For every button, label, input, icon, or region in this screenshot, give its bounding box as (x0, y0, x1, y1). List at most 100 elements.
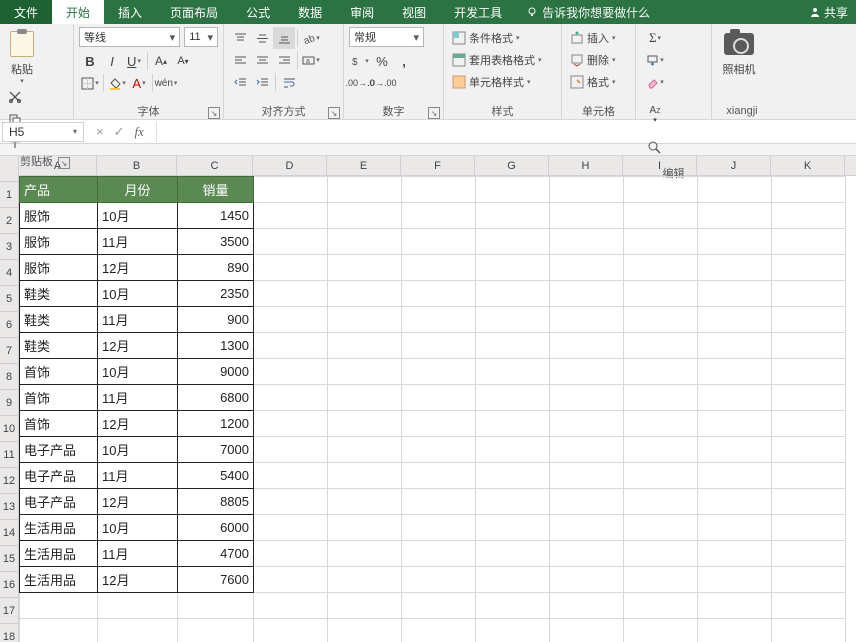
decrease-indent-button[interactable] (229, 71, 251, 93)
cell[interactable] (476, 463, 550, 489)
cell[interactable] (254, 281, 328, 307)
cell-month[interactable]: 11月 (98, 463, 178, 489)
cell-product[interactable]: 电子产品 (20, 437, 98, 463)
fx-icon[interactable]: fx (135, 124, 144, 140)
tab-home[interactable]: 开始 (52, 0, 104, 24)
tab-data[interactable]: 数据 (284, 0, 336, 24)
cell[interactable] (476, 177, 550, 203)
cell[interactable] (698, 515, 772, 541)
cell[interactable] (550, 333, 624, 359)
cell[interactable] (772, 541, 846, 567)
column-header-C[interactable]: C (177, 156, 253, 176)
cell[interactable] (624, 359, 698, 385)
cell[interactable] (624, 567, 698, 593)
cell[interactable] (476, 359, 550, 385)
tab-developer[interactable]: 开发工具 (440, 0, 516, 24)
tab-review[interactable]: 审阅 (336, 0, 388, 24)
cell[interactable] (550, 619, 624, 642)
cell[interactable] (476, 437, 550, 463)
cell[interactable] (328, 385, 402, 411)
cell[interactable] (772, 229, 846, 255)
header-sales[interactable]: 销量 (178, 177, 254, 203)
cell[interactable] (698, 567, 772, 593)
cell[interactable] (476, 515, 550, 541)
cell[interactable] (698, 619, 772, 642)
cell[interactable] (550, 541, 624, 567)
cell[interactable] (476, 411, 550, 437)
cell[interactable] (550, 463, 624, 489)
row-header-9[interactable]: 9 (0, 390, 18, 416)
cell[interactable] (772, 437, 846, 463)
cell[interactable] (328, 333, 402, 359)
cell[interactable] (698, 177, 772, 203)
cell-product[interactable]: 首饰 (20, 359, 98, 385)
cell[interactable] (20, 593, 98, 619)
cell[interactable] (254, 229, 328, 255)
cell-sales[interactable]: 900 (178, 307, 254, 333)
cell[interactable] (476, 281, 550, 307)
cell[interactable] (254, 567, 328, 593)
column-header-J[interactable]: J (697, 156, 771, 176)
cell[interactable] (254, 203, 328, 229)
decrease-decimal-button[interactable]: .0→.00 (371, 72, 393, 94)
cell[interactable] (550, 515, 624, 541)
row-header-7[interactable]: 7 (0, 338, 18, 364)
font-dialog-launcher[interactable]: ↘ (208, 107, 220, 119)
cell[interactable] (772, 203, 846, 229)
header-month[interactable]: 月份 (98, 177, 178, 203)
cell[interactable] (402, 203, 476, 229)
fill-button[interactable] (641, 49, 669, 71)
row-header-6[interactable]: 6 (0, 312, 18, 338)
cell-month[interactable]: 11月 (98, 229, 178, 255)
cell[interactable] (402, 255, 476, 281)
cell[interactable] (402, 619, 476, 642)
row-header-5[interactable]: 5 (0, 286, 18, 312)
borders-button[interactable] (79, 72, 101, 94)
cell-product[interactable]: 服饰 (20, 203, 98, 229)
cell-sales[interactable]: 1200 (178, 411, 254, 437)
cell[interactable] (550, 177, 624, 203)
tab-file[interactable]: 文件 (0, 0, 52, 24)
cell[interactable] (698, 437, 772, 463)
cell[interactable] (550, 489, 624, 515)
cell-month[interactable]: 10月 (98, 281, 178, 307)
cell-product[interactable]: 鞋类 (20, 281, 98, 307)
cell[interactable] (178, 593, 254, 619)
cell-sales[interactable]: 5400 (178, 463, 254, 489)
cell[interactable] (550, 307, 624, 333)
cell[interactable] (402, 567, 476, 593)
cell[interactable] (476, 307, 550, 333)
tab-formula[interactable]: 公式 (232, 0, 284, 24)
cell[interactable] (772, 385, 846, 411)
cell[interactable] (772, 177, 846, 203)
alignment-dialog-launcher[interactable]: ↘ (328, 107, 340, 119)
cell[interactable] (254, 489, 328, 515)
cell[interactable] (402, 463, 476, 489)
cell-product[interactable]: 首饰 (20, 411, 98, 437)
cell-month[interactable]: 12月 (98, 333, 178, 359)
cell[interactable] (624, 203, 698, 229)
cell-sales[interactable]: 6000 (178, 515, 254, 541)
align-right-button[interactable] (273, 49, 295, 71)
cell[interactable] (772, 489, 846, 515)
cell[interactable] (402, 411, 476, 437)
cell[interactable] (328, 619, 402, 642)
cell[interactable] (98, 619, 178, 642)
cells-area[interactable]: 产品月份销量服饰10月1450服饰11月3500服饰12月890鞋类10月235… (19, 176, 856, 642)
row-header-15[interactable]: 15 (0, 546, 18, 572)
cell[interactable] (476, 203, 550, 229)
cell[interactable] (254, 593, 328, 619)
cell[interactable] (20, 619, 98, 642)
cell[interactable] (624, 411, 698, 437)
cell-sales[interactable]: 7600 (178, 567, 254, 593)
row-header-1[interactable]: 1 (0, 182, 18, 208)
cell[interactable] (698, 593, 772, 619)
italic-button[interactable]: I (101, 50, 123, 72)
cell[interactable] (698, 463, 772, 489)
cell-product[interactable]: 服饰 (20, 255, 98, 281)
accounting-format-button[interactable]: $ (349, 50, 371, 72)
tell-me-search[interactable]: 告诉我你想要做什么 (526, 4, 650, 21)
cell-month[interactable]: 11月 (98, 541, 178, 567)
increase-font-button[interactable]: A▴ (150, 50, 172, 72)
cell-product[interactable]: 首饰 (20, 385, 98, 411)
